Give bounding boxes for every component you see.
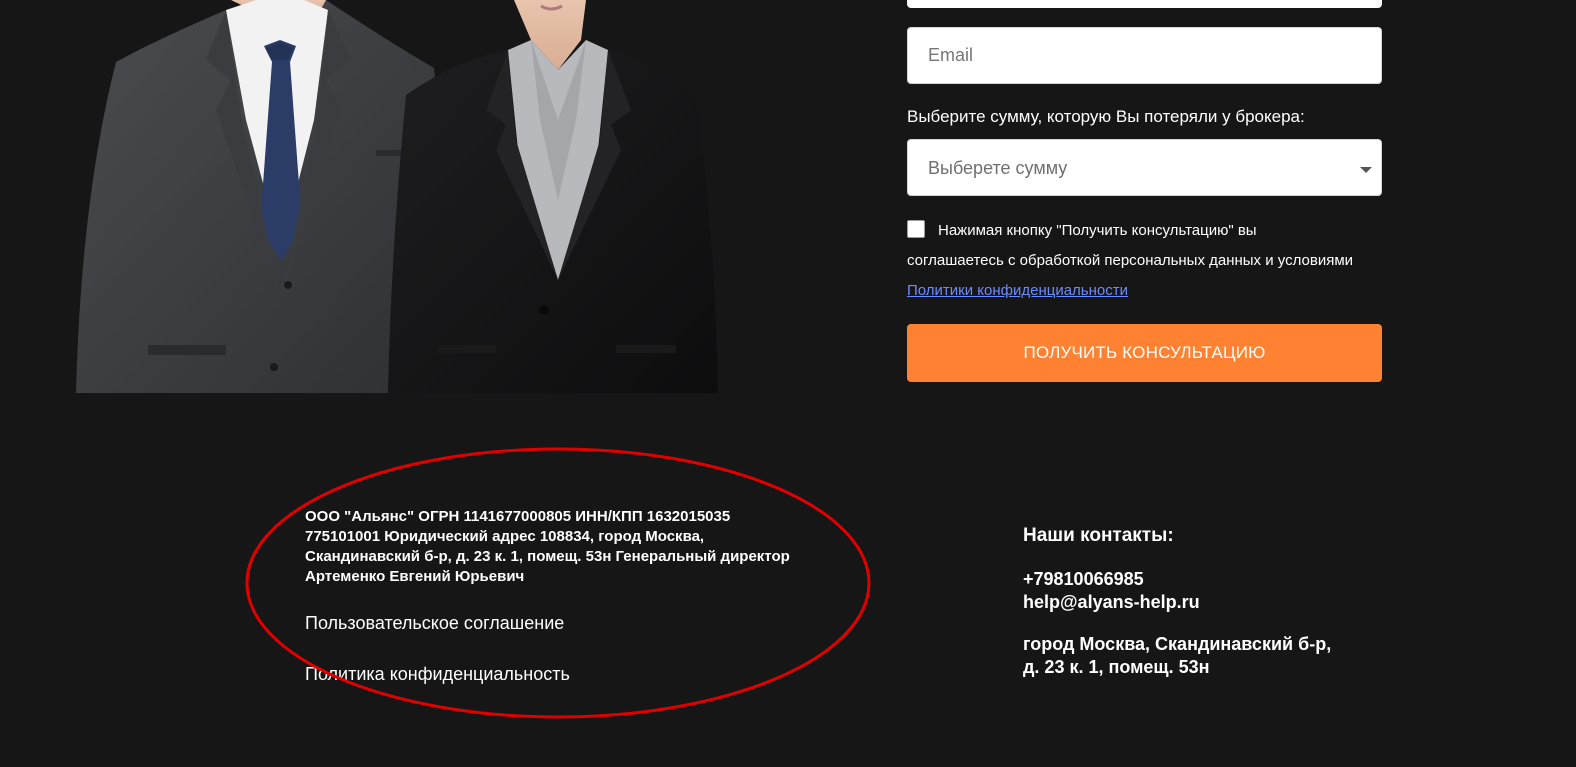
- woman-figure: [388, 0, 718, 393]
- contact-phone[interactable]: +79810066985: [1023, 569, 1144, 590]
- hero-image-business-people: [76, 0, 718, 393]
- amount-select[interactable]: Выберете сумму: [907, 139, 1382, 196]
- contact-address-line-1: город Москва, Скандинавский б-р,: [1023, 634, 1332, 654]
- contact-address-line-2: д. 23 к. 1, помещ. 53н: [1023, 657, 1210, 677]
- man-figure: [76, 0, 443, 393]
- chevron-down-icon: [1360, 167, 1372, 173]
- consent-checkbox[interactable]: [907, 220, 925, 238]
- company-legal-info: ООО "Альянс" ОГРН 1141677000805 ИНН/КПП …: [305, 508, 790, 585]
- email-input[interactable]: [907, 27, 1382, 84]
- privacy-policy-consent-link[interactable]: Политики конфиденциальности: [907, 282, 1128, 299]
- amount-select-label: Выберите сумму, которую Вы потеряли у бр…: [907, 107, 1305, 126]
- user-agreement-link[interactable]: Пользовательское соглашение: [305, 613, 564, 634]
- contacts-title: Наши контакты:: [1023, 525, 1174, 546]
- privacy-policy-link[interactable]: Политика конфиденциальность: [305, 664, 570, 685]
- get-consultation-button[interactable]: ПОЛУЧИТЬ КОНСУЛЬТАЦИЮ: [907, 324, 1382, 382]
- amount-select-value: Выберете сумму: [928, 158, 1068, 178]
- consent-text-line-1: Нажимая кнопку "Получить консультацию" в…: [938, 222, 1257, 239]
- name-input[interactable]: [907, 0, 1382, 8]
- contact-email[interactable]: help@alyans-help.ru: [1023, 592, 1200, 613]
- consent-text-line-2: соглашаетесь с обработкой персональных д…: [907, 252, 1354, 269]
